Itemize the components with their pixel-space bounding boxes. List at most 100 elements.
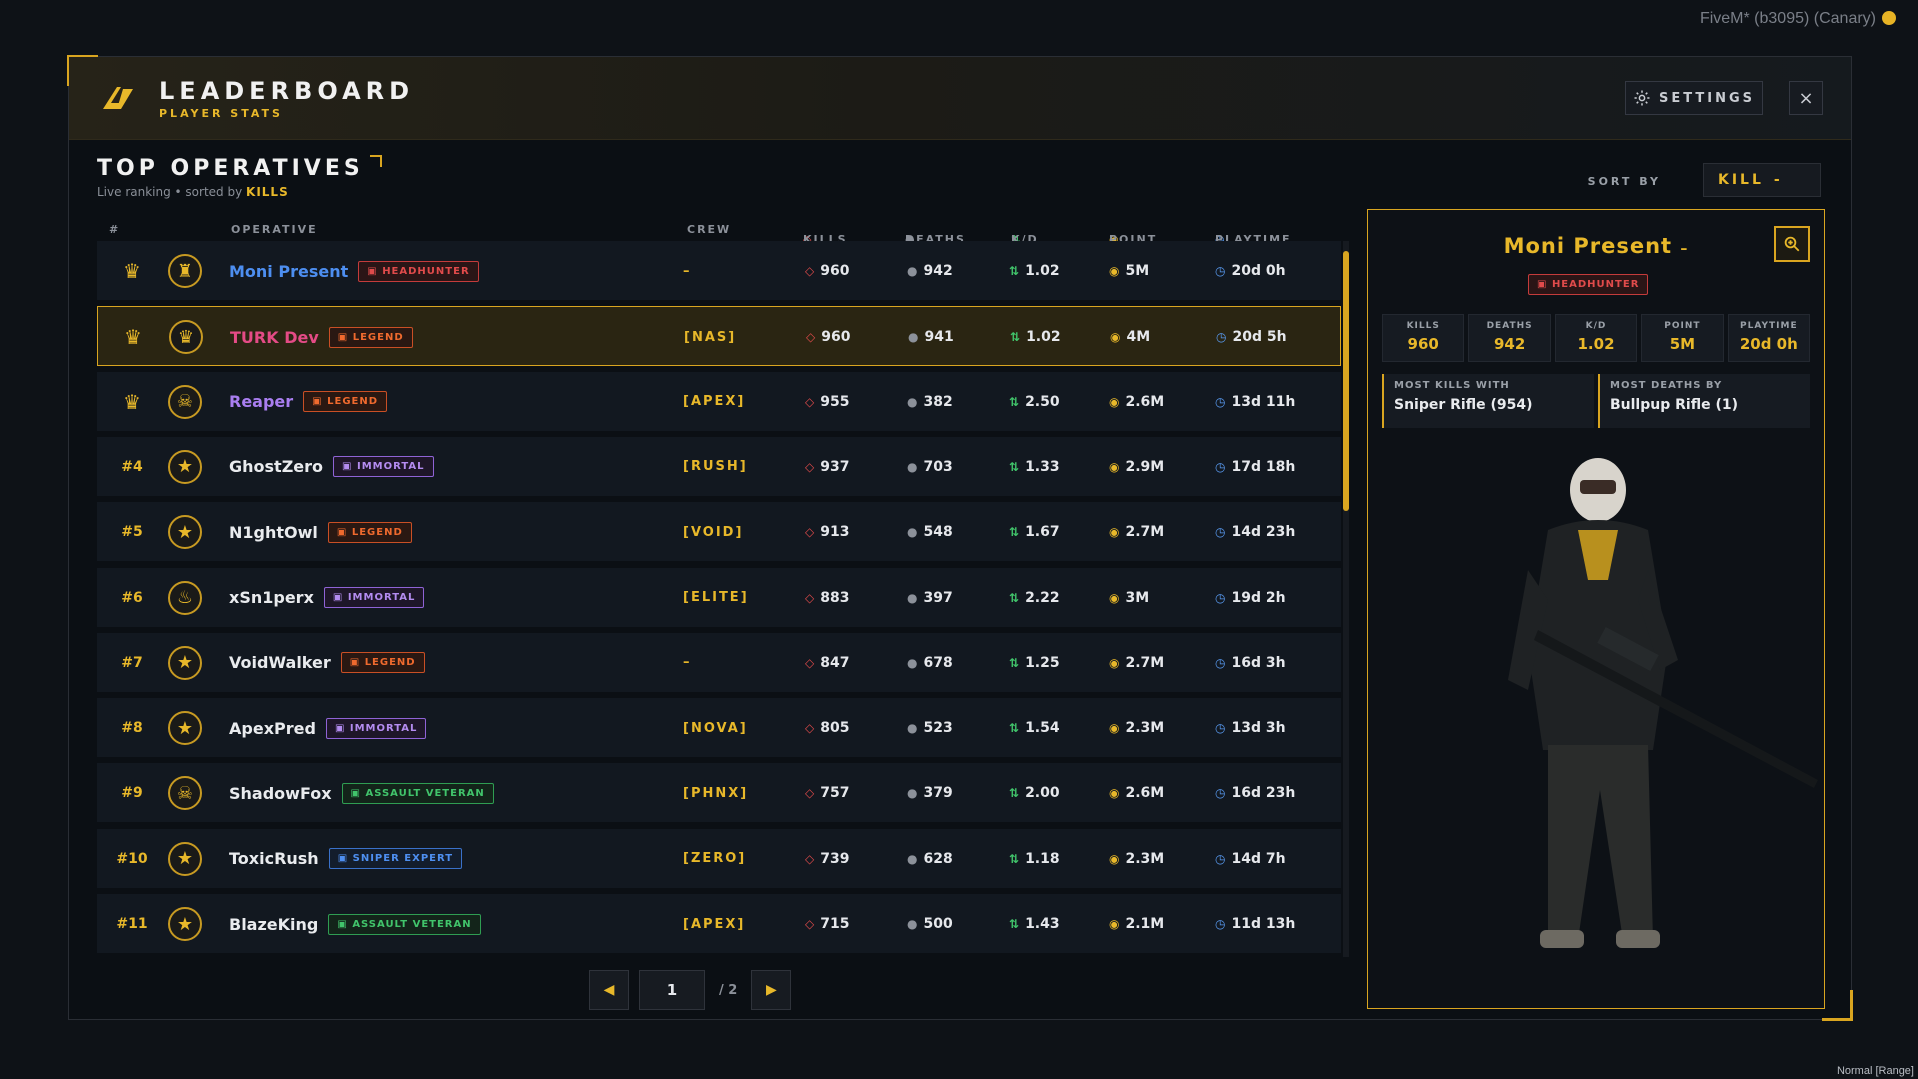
close-button[interactable]: ×	[1789, 81, 1823, 115]
rank-label: #8	[121, 720, 143, 737]
player-name[interactable]: Reaper	[229, 392, 293, 411]
table-row[interactable]: ♛ ♛ TURK Dev ▣ LEGEND [NAS] ◇ 960 ● 941 ⇅ 1…	[97, 306, 1341, 367]
kd-icon: ⇅	[1009, 590, 1020, 605]
player-name-cell: Moni Present ▣ HEADHUNTER	[229, 241, 479, 301]
badge-icon: ▣	[334, 722, 350, 734]
kd-icon: ⇅	[1009, 786, 1020, 801]
player-name[interactable]: ApexPred	[229, 719, 316, 738]
section-title: TOP OPERATIVES	[97, 155, 382, 181]
os-window-caption: FiveM* (b3095) (Canary)	[1700, 10, 1896, 28]
table-row[interactable]: #5 ★ N1ghtOwl ▣ LEGEND [VOID] ◇ 913 ● 548 …	[97, 502, 1341, 563]
table-header: # OPERATIVE CREW ◇ KILLS ● DEATHS ⇅ K/D ◉ PO…	[97, 213, 1337, 246]
kills-cell: ◇ 883	[805, 589, 850, 606]
skull-icon: ●	[907, 264, 918, 278]
next-page-button[interactable]: ▶	[751, 970, 792, 1010]
deaths-cell: ● 379	[907, 785, 953, 802]
point-cell: ◉ 5M	[1109, 263, 1150, 279]
kills-icon: ◇	[805, 917, 815, 931]
player-name-cell: VoidWalker ▣ LEGEND	[229, 633, 425, 693]
badge-icon: ▣	[350, 787, 366, 799]
table-row[interactable]: #9 ☠ ShadowFox ▣ ASSAULT VETERAN [PHNX] …	[97, 763, 1341, 824]
coin-icon: ◉	[1109, 459, 1120, 474]
settings-button[interactable]: SETTINGS	[1625, 81, 1763, 115]
playtime-cell: ◷ 16d 23h	[1215, 785, 1296, 802]
clock-icon: ◷	[1215, 786, 1226, 801]
rank-cell: #8	[97, 698, 167, 758]
sort-by-select[interactable]: KILL -	[1703, 163, 1821, 197]
skull-icon: ●	[907, 917, 918, 931]
player-name[interactable]: N1ghtOwl	[229, 523, 318, 542]
zoom-button[interactable]	[1774, 226, 1810, 262]
kd-cell: ⇅ 1.43	[1009, 916, 1060, 932]
rank-label: #9	[121, 785, 143, 802]
badge-icon: ▣	[337, 331, 353, 343]
kills-cell: ◇ 913	[805, 524, 850, 541]
status-text: Normal [Range]	[1836, 1065, 1914, 1077]
player-name-cell: TURK Dev ▣ LEGEND	[230, 307, 413, 367]
table-row[interactable]: #6 ♨ xSn1perx ▣ IMMORTAL [ELITE] ◇ 883 ● 3…	[97, 567, 1341, 628]
rank-cell: #6	[97, 568, 167, 628]
skull-icon: ●	[907, 525, 918, 540]
rank-label: #10	[116, 850, 148, 867]
scrollbar-thumb[interactable]	[1343, 251, 1349, 511]
table-row[interactable]: #10 ★ ToxicRush ▣ SNIPER EXPERT [ZERO] ◇…	[97, 828, 1341, 889]
kd-icon: ⇅	[1009, 459, 1020, 474]
player-name-cell: ShadowFox ▣ ASSAULT VETERAN	[229, 763, 494, 823]
deaths-cell: ● 678	[907, 654, 953, 671]
kd-cell: ⇅ 1.02	[1009, 263, 1060, 279]
rank-cell: #11	[97, 894, 167, 954]
clock-icon: ◷	[1215, 721, 1226, 736]
page-input[interactable]	[639, 970, 705, 1010]
player-name[interactable]: Moni Present	[229, 262, 348, 281]
table-row[interactable]: #8 ★ ApexPred ▣ IMMORTAL [NOVA] ◇ 805 ● 52…	[97, 698, 1341, 759]
table-row[interactable]: ♛ ☠ Reaper ▣ LEGEND [APEX] ◇ 955 ● 382 ⇅ 2.…	[97, 371, 1341, 432]
kills-icon: ◇	[805, 394, 815, 409]
player-name-cell: BlazeKing ▣ ASSAULT VETERAN	[229, 894, 481, 954]
rank-cell: #9	[97, 763, 167, 823]
header: LEADERBOARD PLAYER STATS SETTINGS ×	[69, 57, 1851, 140]
star-icon: ★	[168, 515, 202, 550]
coin-icon: ◉	[1109, 590, 1120, 605]
player-name[interactable]: ShadowFox	[229, 784, 332, 803]
table-row[interactable]: #11 ★ BlazeKing ▣ ASSAULT VETERAN [APEX]…	[97, 894, 1341, 954]
table-row[interactable]: #4 ★ GhostZero ▣ IMMORTAL [RUSH] ◇ 937 ● 7…	[97, 436, 1341, 497]
rank-badge: ▣ SNIPER EXPERT	[328, 848, 463, 870]
player-name[interactable]: BlazeKing	[229, 915, 318, 934]
player-name[interactable]: TURK Dev	[230, 328, 319, 347]
prev-page-button[interactable]: ◀	[589, 970, 629, 1010]
stat-kills: KILLS 960	[1382, 314, 1465, 362]
avatar: ★	[165, 633, 205, 693]
kd-icon: ⇅	[1009, 264, 1020, 278]
table-row[interactable]: ♛ ♜ Moni Present ▣ HEADHUNTER – ◇ 960 ● 94…	[97, 241, 1341, 301]
point-cell: ◉ 2.6M	[1109, 393, 1165, 410]
rank-badge: ▣ LEGEND	[340, 652, 425, 674]
crew-cell: –	[683, 263, 692, 279]
kills-icon: ◇	[805, 721, 815, 736]
rank-cell: #4	[97, 437, 167, 497]
crew-cell: [ZERO]	[683, 851, 747, 867]
column-operative: OPERATIVE	[231, 223, 318, 236]
kd-cell: ⇅ 1.54	[1009, 720, 1060, 737]
kills-icon: ◇	[805, 264, 815, 278]
table-row[interactable]: #7 ★ VoidWalker ▣ LEGEND – ◇ 847 ● 678 ⇅ 1.…	[97, 632, 1341, 693]
detail-stats: KILLS 960 DEATHS 942 K/D 1.02 POINT 5M PLAYT…	[1382, 314, 1811, 362]
fivem-logo-icon	[1882, 11, 1896, 25]
skull-icon: ●	[907, 394, 918, 409]
coin-icon: ◉	[1109, 264, 1120, 278]
avatar: ★	[165, 502, 205, 562]
detail-player-name: Moni Present –	[1503, 234, 1689, 258]
clock-icon: ◷	[1216, 330, 1227, 345]
kills-icon: ◇	[805, 590, 815, 605]
player-name[interactable]: VoidWalker	[229, 653, 331, 672]
clock-icon: ◷	[1215, 394, 1226, 409]
avatar: ☠	[165, 372, 205, 432]
player-name[interactable]: xSn1perx	[229, 588, 314, 607]
playtime-cell: ◷ 20d 0h	[1215, 263, 1286, 279]
scrollbar[interactable]	[1343, 241, 1349, 957]
player-name[interactable]: GhostZero	[229, 457, 323, 476]
deaths-cell: ● 628	[907, 850, 953, 867]
pagination: ◀ / 2 ▶	[589, 969, 792, 1011]
skull-icon: ●	[907, 590, 918, 605]
player-name[interactable]: ToxicRush	[229, 849, 319, 868]
deaths-cell: ● 941	[908, 329, 954, 346]
